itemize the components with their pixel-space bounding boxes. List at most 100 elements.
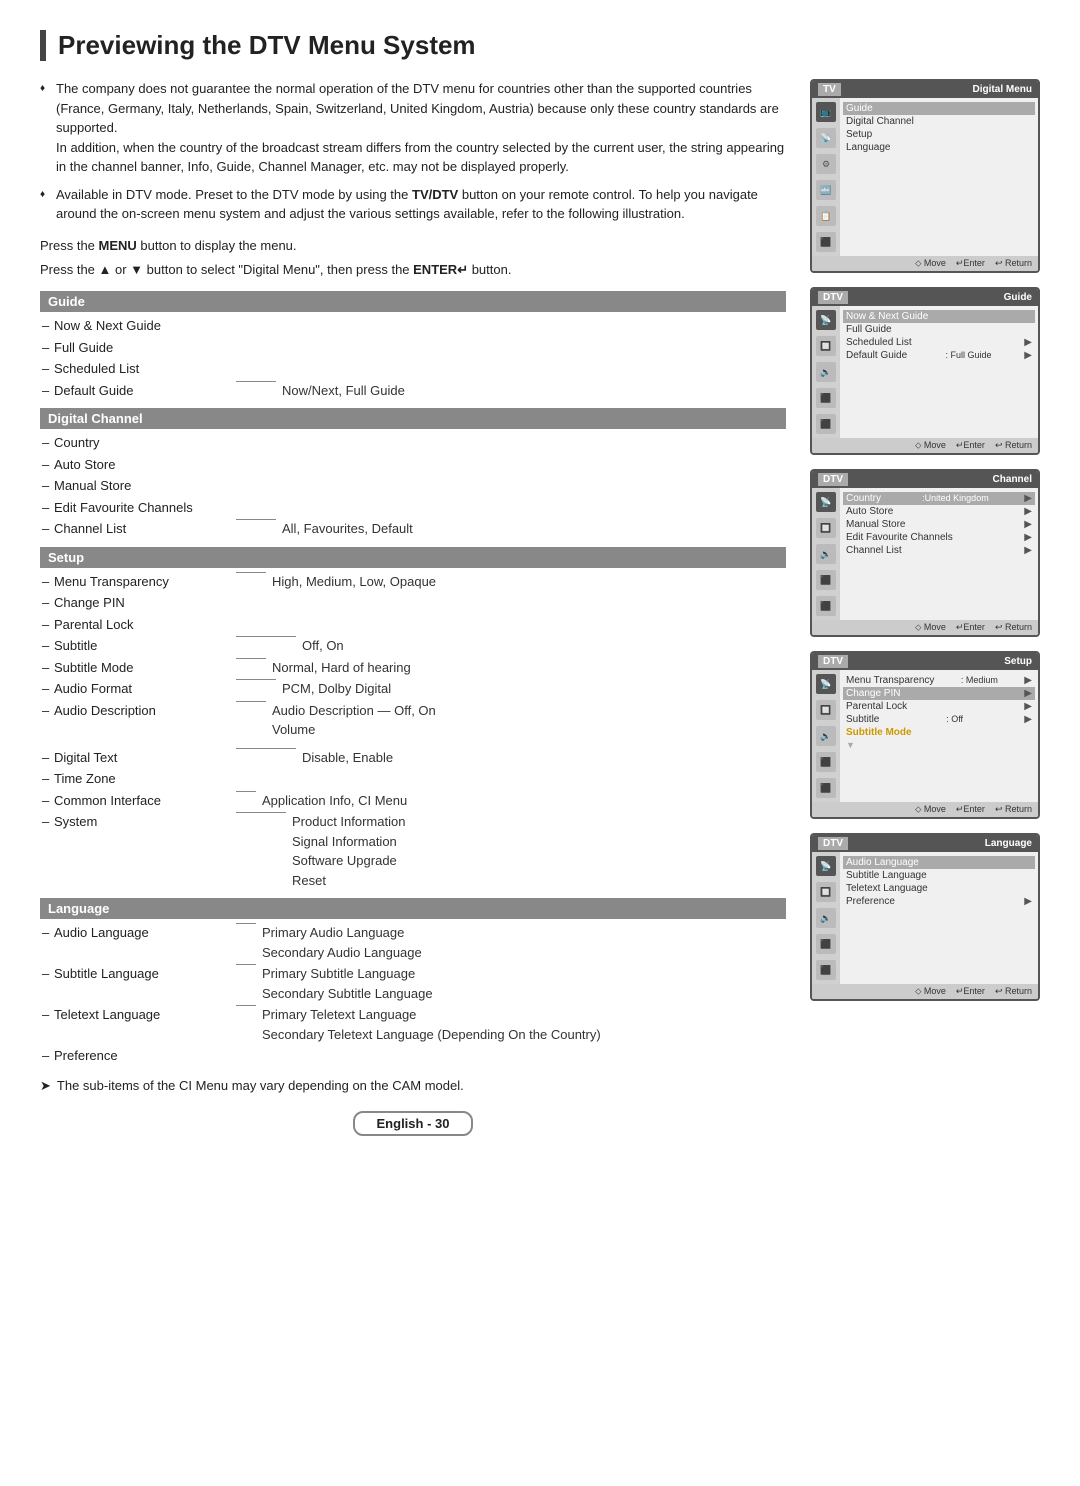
tv-panel-body: 📡 🔲 🔊 ⬛ ⬛ Now & Next Guide Full Guide Sc…	[812, 306, 1038, 438]
tv-icons-col: 📡 🔲 🔊 ⬛ ⬛	[812, 488, 840, 620]
tv-icon: ⬛	[816, 752, 836, 772]
menu-item-label: Full Guide	[40, 338, 230, 358]
list-item: Digital Text Disable, Enable	[40, 748, 786, 768]
list-item: Subtitle Mode Normal, Hard of hearing	[40, 658, 786, 678]
tv-panel-footer: ⬦ Move ↵Enter ↩ Return	[812, 802, 1038, 817]
menu-item-label: Preference	[40, 1046, 230, 1066]
panel-label-left: DTV	[818, 837, 848, 850]
tv-icon: ⬛	[816, 232, 836, 252]
tv-menu-item: Audio Language	[843, 856, 1035, 869]
tv-icon: ⬛	[816, 778, 836, 798]
section-header-digital-channel: Digital Channel	[40, 408, 786, 429]
right-column: TV Digital Menu 📺 📡 ⚙ 🔤 📋 ⬛ Guide Digita…	[810, 79, 1040, 1136]
tv-panel-body: 📡 🔲 🔊 ⬛ ⬛ Menu Transparency : Medium ▶ C…	[812, 670, 1038, 802]
menu-item-label: Country	[40, 433, 230, 453]
panel-label-right: Setup	[1004, 656, 1032, 667]
list-item: Default Guide Now/Next, Full Guide	[40, 381, 786, 401]
menu-item-label: Time Zone	[40, 769, 230, 789]
menu-item-value: Application Info, CI Menu	[262, 791, 407, 811]
tv-menu-item: Subtitle Language	[846, 869, 1032, 882]
tv-icon: 📡	[816, 492, 836, 512]
tv-icon: ⬛	[816, 934, 836, 954]
footer-move: ⬦ Move	[915, 804, 946, 815]
footer-return: ↩ Return	[995, 440, 1032, 451]
footer-move: ⬦ Move	[915, 986, 946, 997]
bullet-1: The company does not guarantee the norma…	[40, 79, 786, 177]
footer-return: ↩ Return	[995, 258, 1032, 269]
tv-icon: 📋	[816, 206, 836, 226]
tv-icons-col: 📡 🔲 🔊 ⬛ ⬛	[812, 670, 840, 802]
menu-item-label: Scheduled List	[40, 359, 230, 379]
press-instruction-2: Press the ▲ or ▼ button to select "Digit…	[40, 260, 786, 281]
footer-return: ↩ Return	[995, 986, 1032, 997]
guide-items: Now & Next Guide Full Guide Scheduled Li…	[40, 316, 786, 400]
list-item: Edit Favourite Channels	[40, 498, 786, 518]
tv-icon: 🔤	[816, 180, 836, 200]
bullet-2: Available in DTV mode. Preset to the DTV…	[40, 185, 786, 224]
panel-label-right: Language	[985, 838, 1032, 849]
tv-icon: 📡	[816, 856, 836, 876]
tv-panel-channel: DTV Channel 📡 🔲 🔊 ⬛ ⬛ Country :United Ki…	[810, 469, 1040, 637]
press-instruction-1: Press the MENU button to display the men…	[40, 236, 786, 257]
footer-label: English - 30	[353, 1111, 474, 1136]
menu-item-label: Audio Language	[40, 923, 230, 943]
list-item: Teletext Language Primary Teletext Langu…	[40, 1005, 786, 1044]
section-header-setup: Setup	[40, 547, 786, 568]
tv-icon: ⬛	[816, 960, 836, 980]
tv-menu-item: Channel List ▶	[846, 544, 1032, 557]
tv-icon: 📡	[816, 310, 836, 330]
list-item: Parental Lock	[40, 615, 786, 635]
list-item: Change PIN	[40, 593, 786, 613]
tv-icons-col: 📡 🔲 🔊 ⬛ ⬛	[812, 852, 840, 984]
tv-panel-digital-menu: TV Digital Menu 📺 📡 ⚙ 🔤 📋 ⬛ Guide Digita…	[810, 79, 1040, 273]
menu-tree: Guide Now & Next Guide Full Guide Schedu…	[40, 291, 786, 1066]
menu-item-label: Subtitle Mode	[40, 658, 230, 678]
menu-item-value: Product InformationSignal InformationSof…	[292, 812, 405, 890]
tv-panel-body: 📺 📡 ⚙ 🔤 📋 ⬛ Guide Digital Channel Setup …	[812, 98, 1038, 256]
menu-item-label: Channel List	[40, 519, 230, 539]
menu-item-label: Menu Transparency	[40, 572, 230, 592]
left-column: The company does not guarantee the norma…	[40, 79, 786, 1136]
tv-panel-header: DTV Channel	[812, 471, 1038, 488]
list-item: Subtitle Language Primary Subtitle Langu…	[40, 964, 786, 1003]
tv-panel-header: TV Digital Menu	[812, 81, 1038, 98]
menu-item-label: Edit Favourite Channels	[40, 498, 230, 518]
tv-panel-header: DTV Setup	[812, 653, 1038, 670]
tv-panel-setup: DTV Setup 📡 🔲 🔊 ⬛ ⬛ Menu Transparency : …	[810, 651, 1040, 819]
footer-return: ↩ Return	[995, 622, 1032, 633]
tv-menu-item: Teletext Language	[846, 882, 1032, 895]
menu-item-label: Audio Format	[40, 679, 230, 699]
menu-item-value: Disable, Enable	[302, 748, 393, 768]
tv-menu-item: Default Guide : Full Guide ▶	[846, 349, 1032, 362]
footer-move: ⬦ Move	[915, 440, 946, 451]
tv-icon: 🔊	[816, 726, 836, 746]
footer-center: English - 30	[40, 1095, 786, 1136]
setup-items: Menu Transparency High, Medium, Low, Opa…	[40, 572, 786, 891]
menu-item-value: Normal, Hard of hearing	[272, 658, 411, 678]
tv-icon: ⬛	[816, 570, 836, 590]
tv-content-col: Audio Language Subtitle Language Teletex…	[840, 852, 1038, 984]
tv-menu-item: Scheduled List ▶	[846, 336, 1032, 349]
section-header-language: Language	[40, 898, 786, 919]
tv-menu-item: Digital Channel	[846, 115, 1032, 128]
tv-panel-body: 📡 🔲 🔊 ⬛ ⬛ Audio Language Subtitle Langua…	[812, 852, 1038, 984]
menu-item-label: Default Guide	[40, 381, 230, 401]
list-item: Menu Transparency High, Medium, Low, Opa…	[40, 572, 786, 592]
tv-menu-item: Edit Favourite Channels ▶	[846, 531, 1032, 544]
tv-menu-item: Manual Store ▶	[846, 518, 1032, 531]
tv-menu-item: Subtitle : Off ▶	[846, 713, 1032, 726]
tv-menu-item: Guide	[843, 102, 1035, 115]
menu-item-value: Primary Audio LanguageSecondary Audio La…	[262, 923, 422, 962]
tv-panel-language: DTV Language 📡 🔲 🔊 ⬛ ⬛ Audio Language Su…	[810, 833, 1040, 1001]
tv-content-col: Country :United Kingdom ▶ Auto Store ▶ M…	[840, 488, 1038, 620]
tv-panel-footer: ⬦ Move ↵Enter ↩ Return	[812, 256, 1038, 271]
panel-label-left: TV	[818, 83, 841, 96]
tv-panel-guide: DTV Guide 📡 🔲 🔊 ⬛ ⬛ Now & Next Guide Ful…	[810, 287, 1040, 455]
menu-item-value: Primary Teletext LanguageSecondary Telet…	[262, 1005, 601, 1044]
footer-return: ↩ Return	[995, 804, 1032, 815]
panel-label-right: Guide	[1004, 292, 1032, 303]
list-item: Preference	[40, 1046, 786, 1066]
tv-icons-col: 📡 🔲 🔊 ⬛ ⬛	[812, 306, 840, 438]
footer-enter: ↵Enter	[956, 986, 985, 997]
tv-menu-item: Menu Transparency : Medium ▶	[846, 674, 1032, 687]
